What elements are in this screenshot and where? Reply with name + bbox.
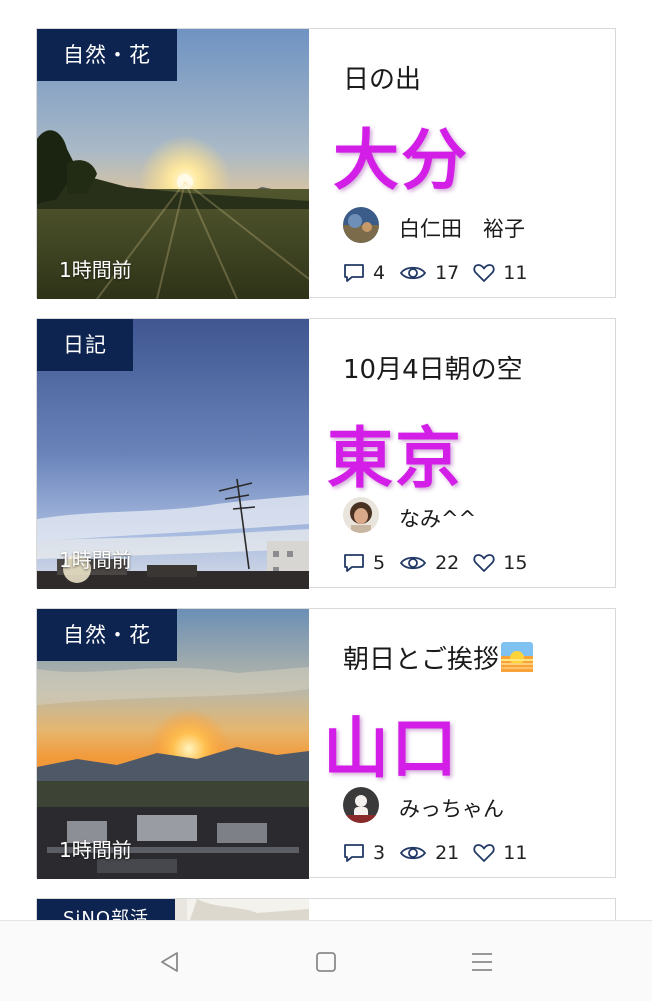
category-tag[interactable]: 自然・花 (37, 29, 177, 81)
post-stats: 5 22 15 (343, 551, 541, 575)
place-overlay: 東京 (327, 420, 463, 497)
eye-icon (399, 266, 427, 280)
post-title[interactable]: 日の出 (343, 59, 421, 96)
like-count[interactable]: 11 (473, 842, 527, 864)
post-card-1[interactable]: 自然・花 1時間前 日の出 大分 白仁田 裕子 4 17 11 (36, 28, 616, 299)
post-title[interactable]: 朝日とご挨拶 (343, 639, 534, 679)
comment-icon (344, 554, 364, 572)
avatar[interactable] (343, 787, 379, 823)
heart-icon (473, 554, 495, 572)
category-tag[interactable]: 自然・花 (37, 609, 177, 661)
heart-icon (473, 264, 495, 282)
post-stats: 3 21 11 (343, 841, 541, 865)
post-stats: 4 17 11 (343, 261, 541, 285)
post-title[interactable]: 10月4日朝の空 (343, 349, 523, 386)
post-time-ago: 1時間前 (59, 258, 132, 282)
comment-icon (344, 264, 364, 282)
post-info-3: 朝日とご挨拶 山口 みっちゃん 3 21 11 (309, 609, 615, 877)
home-button[interactable] (309, 945, 343, 979)
avatar[interactable] (343, 207, 379, 243)
place-overlay: 大分 (333, 122, 469, 199)
comment-count[interactable]: 5 (343, 552, 385, 574)
like-count[interactable]: 11 (473, 262, 527, 284)
post-thumbnail-2[interactable]: 日記 1時間前 (37, 319, 309, 589)
post-info-1: 日の出 大分 白仁田 裕子 4 17 11 (309, 29, 615, 297)
eye-icon (399, 556, 427, 570)
category-tag[interactable]: 日記 (37, 319, 133, 371)
back-triangle-icon (161, 952, 178, 972)
comment-icon (344, 844, 364, 862)
like-count[interactable]: 15 (473, 552, 527, 574)
post-thumbnail-3[interactable]: 自然・花 1時間前 (37, 609, 309, 879)
menu-lines-icon (472, 953, 492, 971)
view-count: 17 (399, 262, 459, 284)
author-name[interactable]: なみ^^ (399, 503, 476, 533)
post-card-2[interactable]: 日記 1時間前 10月4日朝の空 東京 なみ^^ 5 22 15 (36, 318, 616, 589)
comment-count[interactable]: 4 (343, 262, 385, 284)
heart-icon (473, 844, 495, 862)
post-card-3[interactable]: 自然・花 1時間前 朝日とご挨拶 山口 みっちゃん 3 21 11 (36, 608, 616, 879)
post-info-2: 10月4日朝の空 東京 なみ^^ 5 22 15 (309, 319, 615, 587)
post-time-ago: 1時間前 (59, 548, 132, 572)
author-name[interactable]: 白仁田 裕子 (399, 213, 525, 243)
comment-count[interactable]: 3 (343, 842, 385, 864)
author-name[interactable]: みっちゃん (399, 793, 504, 823)
view-count: 21 (399, 842, 459, 864)
post-thumbnail-1[interactable]: 自然・花 1時間前 (37, 29, 309, 299)
sunrise-emoji-icon (501, 642, 534, 679)
back-button[interactable] (153, 945, 187, 979)
view-count: 22 (399, 552, 459, 574)
menu-button[interactable] (465, 945, 499, 979)
system-navigation-bar (0, 920, 652, 1001)
avatar[interactable] (343, 497, 379, 533)
eye-icon (399, 846, 427, 860)
post-time-ago: 1時間前 (59, 838, 132, 862)
home-square-icon (316, 952, 336, 972)
place-overlay: 山口 (323, 710, 459, 787)
